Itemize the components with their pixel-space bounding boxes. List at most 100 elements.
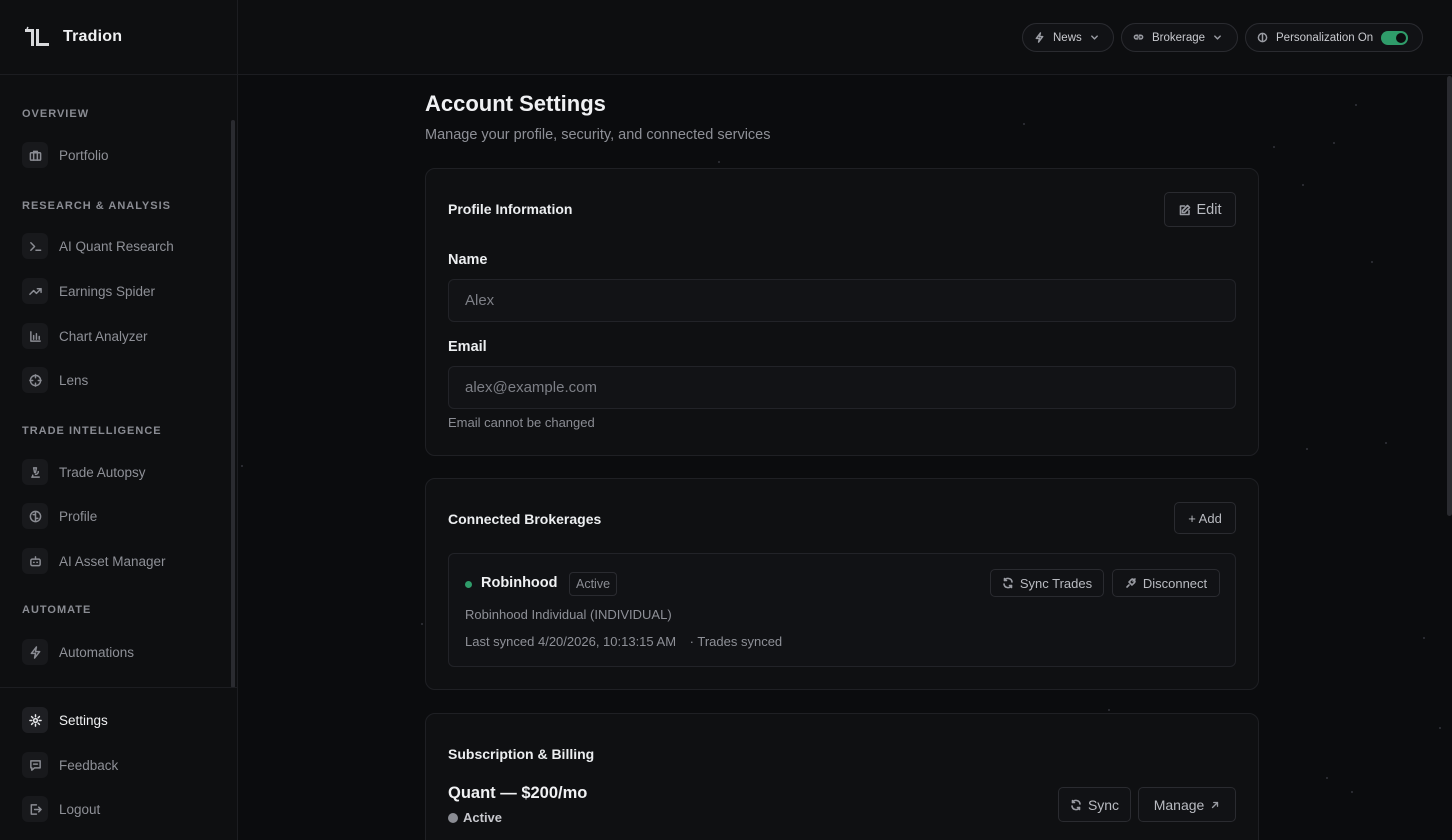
name-field[interactable] <box>448 279 1236 322</box>
status-badge: Active <box>569 572 618 596</box>
refresh-icon <box>1071 799 1081 810</box>
top-bar: News Brokerage Personalization On <box>238 0 1452 75</box>
sidebar-nav: OVERVIEW Portfolio RESEARCH & ANALYSIS A… <box>0 90 237 688</box>
email-field[interactable] <box>448 366 1236 409</box>
add-brokerage-button[interactable]: + Add <box>1174 502 1236 534</box>
background-dot <box>718 161 720 163</box>
sidebar-item-profile[interactable]: Profile <box>22 502 222 530</box>
sidebar-item-label: Trade Autopsy <box>59 464 146 480</box>
edit-label: Edit <box>1196 201 1222 218</box>
name-label: Name <box>448 252 488 268</box>
background-dot <box>1333 142 1335 144</box>
brain-icon <box>1257 32 1268 43</box>
status-dot <box>465 581 472 588</box>
section-automate: AUTOMATE <box>22 604 92 616</box>
status-dot <box>448 812 458 823</box>
sidebar-item-label: AI Asset Manager <box>59 553 166 569</box>
card-title: Connected Brokerages <box>448 511 602 527</box>
email-hint: Email cannot be changed <box>448 415 595 430</box>
sidebar-item-label: Automations <box>59 644 135 660</box>
robot-icon <box>22 548 48 574</box>
brokerage-sync-info: Last synced 4/20/2026, 10:13:15 AM · Tra… <box>465 634 782 649</box>
sidebar-scrollbar[interactable] <box>231 120 235 687</box>
brain-icon <box>22 503 48 529</box>
edit-icon <box>1179 204 1190 215</box>
sidebar-item-automations[interactable]: Automations <box>22 638 222 666</box>
personalization-toggle[interactable]: Personalization On <box>1245 23 1423 52</box>
brokerage-name: Robinhood <box>481 575 558 591</box>
disconnect-button[interactable]: Disconnect <box>1112 569 1220 597</box>
sidebar-item-label: Chart Analyzer <box>59 328 148 344</box>
refresh-icon <box>1003 577 1013 589</box>
profile-information-card: Profile Information Edit Name Email Emai… <box>425 168 1259 456</box>
sidebar-item-lens[interactable]: Lens <box>22 366 222 394</box>
message-icon <box>22 752 48 778</box>
sidebar-item-chart-analyzer[interactable]: Chart Analyzer <box>22 322 222 350</box>
sidebar-item-feedback[interactable]: Feedback <box>22 751 222 779</box>
news-dropdown[interactable]: News <box>1022 23 1114 52</box>
sidebar-item-label: Feedback <box>59 757 119 773</box>
sync-trades-button[interactable]: Sync Trades <box>990 569 1104 597</box>
main-scrollbar[interactable] <box>1447 76 1452 516</box>
background-dot <box>1302 184 1304 186</box>
chevron-down-icon <box>1214 35 1221 40</box>
background-dot <box>1306 448 1308 450</box>
unplug-icon <box>1126 578 1136 588</box>
lightning-icon <box>1035 32 1044 43</box>
sidebar-item-label: Earnings Spider <box>59 283 156 299</box>
card-title: Profile Information <box>448 201 573 217</box>
sidebar-item-label: Portfolio <box>59 147 109 163</box>
manage-subscription-button[interactable]: Manage <box>1138 787 1236 822</box>
brokerage-account: Robinhood Individual (INDIVIDUAL) <box>465 607 672 622</box>
lightning-icon <box>22 639 48 665</box>
sidebar: Tradion OVERVIEW Portfolio RESEARCH & AN… <box>0 0 238 840</box>
logout-icon <box>22 796 48 822</box>
gear-icon <box>22 707 48 733</box>
external-link-icon <box>1212 801 1219 808</box>
sync-subscription-button[interactable]: Sync <box>1058 787 1131 822</box>
connected-brokerages-card: Connected Brokerages + Add Robinhood Act… <box>425 478 1259 690</box>
sidebar-item-label: AI Quant Research <box>59 238 174 254</box>
sidebar-item-settings[interactable]: Settings <box>22 706 222 734</box>
app: Tradion OVERVIEW Portfolio RESEARCH & AN… <box>0 0 1452 840</box>
sidebar-item-label: Lens <box>59 372 89 388</box>
sidebar-item-earnings-spider[interactable]: Earnings Spider <box>22 277 222 305</box>
sidebar-item-label: Settings <box>59 712 108 728</box>
brand[interactable]: Tradion <box>0 0 237 75</box>
sidebar-item-label: Profile <box>59 508 98 524</box>
brokerage-dropdown[interactable]: Brokerage <box>1121 23 1238 52</box>
sidebar-item-portfolio[interactable]: Portfolio <box>22 141 222 169</box>
sidebar-item-label: Logout <box>59 801 101 817</box>
section-research: RESEARCH & ANALYSIS <box>22 200 171 212</box>
edit-profile-button[interactable]: Edit <box>1164 192 1236 227</box>
chevron-down-icon <box>1090 35 1098 40</box>
disconnect-label: Disconnect <box>1142 575 1208 591</box>
trending-up-icon <box>22 278 48 304</box>
section-trade-intelligence: TRADE INTELLIGENCE <box>22 425 162 437</box>
sidebar-item-logout[interactable]: Logout <box>22 795 222 823</box>
plan-name: Quant — $200/mo <box>448 784 588 802</box>
background-dot <box>1351 791 1353 793</box>
background-dot <box>1355 104 1357 106</box>
brokerage-item-robinhood: Robinhood Active Robinhood Individual (I… <box>448 553 1236 667</box>
main-content: Account Settings Manage your profile, se… <box>238 76 1452 840</box>
sync-label: Sync <box>1087 796 1120 813</box>
background-dot <box>1423 637 1425 639</box>
tradion-logo-icon <box>25 26 49 46</box>
add-label: + Add <box>1188 510 1222 526</box>
plan-status-label: Active <box>463 810 503 825</box>
sync-trades-label: Sync Trades <box>1019 575 1093 591</box>
page-title: Account Settings <box>425 91 606 116</box>
sidebar-item-ai-asset-manager[interactable]: AI Asset Manager <box>22 547 222 575</box>
news-label: News <box>1053 31 1082 44</box>
email-label: Email <box>448 339 487 355</box>
personalization-switch[interactable] <box>1381 30 1409 45</box>
sidebar-item-trade-autopsy[interactable]: Trade Autopsy <box>22 458 222 486</box>
card-title: Subscription & Billing <box>448 746 595 762</box>
sidebar-item-ai-quant-research[interactable]: AI Quant Research <box>22 232 222 260</box>
link-icon <box>1133 34 1144 40</box>
background-dot <box>1326 777 1328 779</box>
background-dot <box>1439 727 1441 729</box>
crosshair-icon <box>22 367 48 393</box>
trades-synced: · Trades synced <box>689 634 783 649</box>
